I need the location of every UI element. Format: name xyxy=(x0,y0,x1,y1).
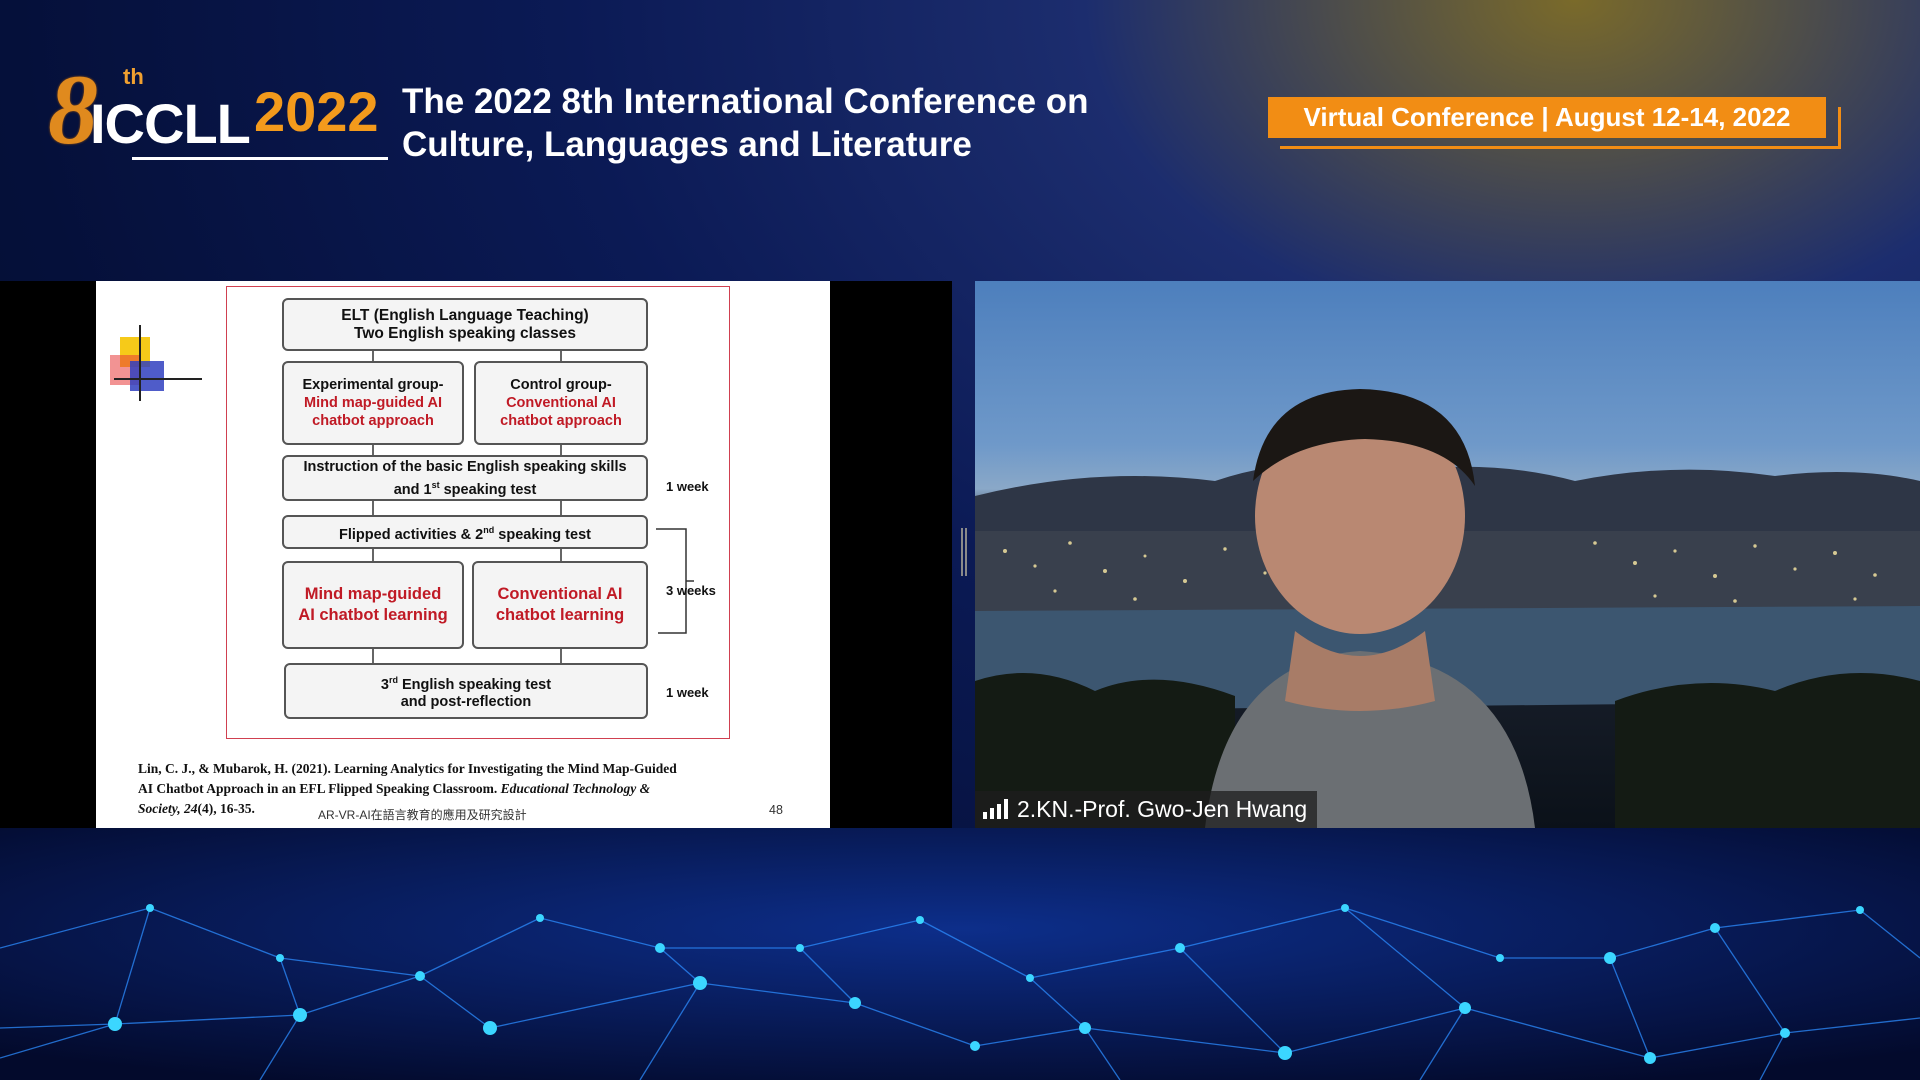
conference-title-line1: The 2022 8th International Conference on xyxy=(402,82,1089,121)
signal-strength-icon xyxy=(983,798,1008,819)
control-title: Control group- xyxy=(510,377,612,393)
instruction-line2: and 1st speaking test xyxy=(394,476,537,499)
citation-line1: Lin, C. J., & Mubarok, H. (2021). Learni… xyxy=(138,761,677,776)
duration-week-1: 1 week xyxy=(666,479,709,494)
control-line3: chatbot approach xyxy=(500,413,622,429)
flow-box-elt: ELT (English Language Teaching) Two Engl… xyxy=(282,298,648,351)
instruction-line2-sup: st xyxy=(431,479,440,490)
final-line1-pre: 3 xyxy=(380,676,389,693)
citation-line2-journal: Educational Technology & xyxy=(500,781,651,796)
conference-header: 8 th ICCLL 2022 The 2022 8th Internation… xyxy=(0,0,1920,280)
flow-box-mindmap-learning: Mind map-guided AI chatbot learning xyxy=(282,561,464,649)
conference-title-line2: Culture, Languages and Literature xyxy=(402,125,972,164)
flow-box-instruction: Instruction of the basic English speakin… xyxy=(282,455,648,501)
network-background-decoration xyxy=(0,828,1920,1080)
participant-name-label: 2.KN.-Prof. Gwo-Jen Hwang xyxy=(975,791,1318,828)
duration-3-weeks: 3 weeks xyxy=(666,583,716,598)
flow-box-conventional-learning: Conventional AI chatbot learning xyxy=(472,561,648,649)
elt-line2: Two English speaking classes xyxy=(354,324,576,342)
flow-box-control: Control group- Conventional AI chatbot a… xyxy=(474,361,648,445)
mindmap-line2: AI chatbot learning xyxy=(298,606,448,624)
flipped-pre: Flipped activities & 2 xyxy=(339,526,484,543)
presentation-slide: ELT (English Language Teaching) Two Engl… xyxy=(96,281,830,828)
flipped-post: speaking test xyxy=(494,526,591,543)
experimental-title: Experimental group- xyxy=(302,377,444,393)
mindmap-line1: Mind map-guided xyxy=(304,585,442,603)
final-line1: 3rd English speaking test xyxy=(381,671,551,694)
final-line2: and post-reflection xyxy=(400,694,532,711)
citation-line2: AI Chatbot Approach in an EFL Flipped Sp… xyxy=(138,779,818,799)
logo-underline xyxy=(132,157,388,160)
flow-box-experimental: Experimental group- Mind map-guided AI c… xyxy=(282,361,464,445)
citation-line3-journal: Society, 24 xyxy=(138,801,198,816)
conference-title: The 2022 8th International Conference on… xyxy=(402,80,1089,166)
conventional-line2: chatbot learning xyxy=(495,606,625,624)
flipped-sup: nd xyxy=(483,524,495,535)
flow-box-flipped: Flipped activities & 2nd speaking test xyxy=(282,515,648,549)
logo-acronym: ICCLL xyxy=(90,92,251,155)
speaker-video-pane[interactable] xyxy=(975,281,1920,828)
slide-footer-note: AR-VR-AI在語言教育的應用及研究設計 xyxy=(318,808,527,822)
divider-handle-icon[interactable] xyxy=(961,528,967,576)
instruction-line1: Instruction of the basic English speakin… xyxy=(303,458,627,475)
speaker-video-feed xyxy=(975,389,1920,828)
citation-line3-post: (4), 16-35. xyxy=(197,801,255,816)
flipped-line: Flipped activities & 2nd speaking test xyxy=(339,521,591,544)
citation-line2-pre: AI Chatbot Approach in an EFL Flipped Sp… xyxy=(138,781,501,796)
instruction-line2-post: speaking test xyxy=(439,481,537,498)
final-line1-post: English speaking test xyxy=(397,676,552,693)
conventional-line1: Conventional AI xyxy=(497,585,623,603)
logo-suffix: th xyxy=(123,64,144,89)
experimental-line3: chatbot approach xyxy=(312,413,434,429)
instruction-line2-pre: and 1 xyxy=(393,481,432,498)
elt-line1: ELT (English Language Teaching) xyxy=(341,306,589,324)
virtual-conference-badge: Virtual Conference | August 12-14, 2022 xyxy=(1268,97,1826,138)
conference-logo: 8 th ICCLL 2022 xyxy=(48,60,393,170)
participant-name: 2.KN.-Prof. Gwo-Jen Hwang xyxy=(1017,796,1308,822)
duration-week-final: 1 week xyxy=(666,685,709,700)
screen-share-pane[interactable]: ELT (English Language Teaching) Two Engl… xyxy=(0,281,952,828)
experimental-line2: Mind map-guided AI xyxy=(303,395,442,411)
logo-year: 2022 xyxy=(254,80,379,143)
slide-page-number: 48 xyxy=(769,803,783,817)
final-line1-sup: rd xyxy=(388,674,398,685)
flow-box-final-test: 3rd English speaking test and post-refle… xyxy=(284,663,648,719)
control-line2: Conventional AI xyxy=(506,395,616,411)
